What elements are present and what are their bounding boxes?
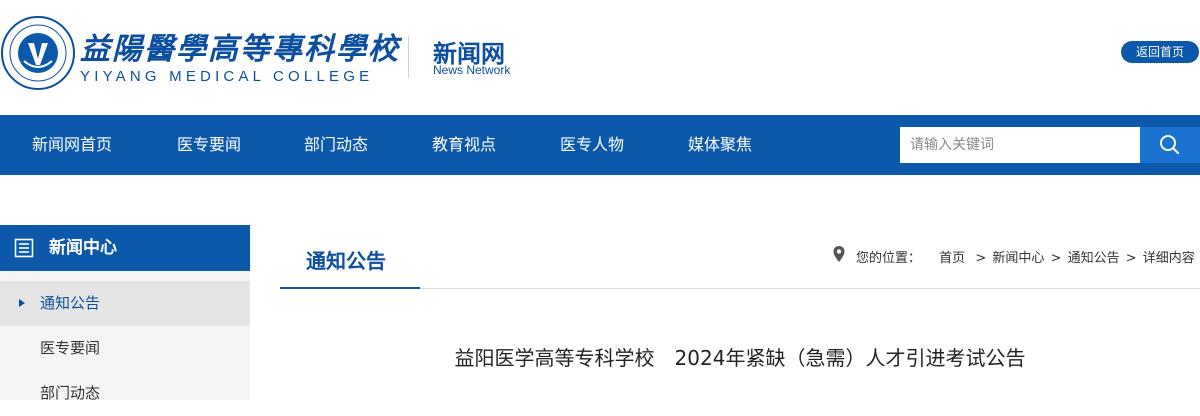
header-divider <box>408 36 409 78</box>
breadcrumb: 您的位置： 首页 > 新闻中心 > 通知公告 > 详细内容 <box>856 247 1195 266</box>
article-title: 益阳医学高等专科学校 2024年紧缺（急需）人才引进考试公告 <box>454 346 1026 370</box>
sidebar-item-notices[interactable]: 通知公告 <box>0 281 250 326</box>
breadcrumb-separator: > <box>1050 251 1062 266</box>
news-network-subtitle: News Network <box>433 63 511 77</box>
nav-item-education-view[interactable]: 教育视点 <box>432 115 496 175</box>
content-header: 通知公告 您的位置： 首页 > 新闻中心 > 通知公告 > 详细内容 <box>280 225 1200 289</box>
school-name-cn: 益陽醫學高等專科學校 <box>80 32 400 67</box>
back-home-button[interactable]: 返回首页 <box>1121 41 1199 63</box>
sidebar-item-label: 通知公告 <box>40 294 101 312</box>
sidebar-menu: 通知公告 医专要闻 部门动态 <box>0 271 250 402</box>
nav-item-news-home[interactable]: 新闻网首页 <box>32 115 112 175</box>
nav-item-college-news[interactable]: 医专要闻 <box>177 115 241 175</box>
search-button[interactable] <box>1140 127 1200 163</box>
school-name-en: YIYANG MEDICAL COLLEGE <box>80 68 374 85</box>
search-icon <box>1160 135 1179 154</box>
breadcrumb-prefix: 您的位置： <box>856 251 922 266</box>
breadcrumb-separator: > <box>1125 251 1137 266</box>
main-nav: 新闻网首页 医专要闻 部门动态 教育视点 医专人物 媒体聚焦 <box>0 115 1200 175</box>
breadcrumb-separator: > <box>975 251 987 266</box>
nav-item-media-focus[interactable]: 媒体聚焦 <box>688 115 752 175</box>
breadcrumb-item-notices[interactable]: 通知公告 <box>1068 251 1120 266</box>
caret-right-icon <box>19 299 25 307</box>
tab-label: 通知公告 <box>306 249 386 273</box>
sidebar-item-label: 医专要闻 <box>40 339 101 357</box>
site-header: 益陽醫學高等專科學校 YIYANG MEDICAL COLLEGE 新闻网 Ne… <box>0 0 1200 115</box>
sidebar-item-label: 部门动态 <box>40 384 101 402</box>
sidebar-item-college-news[interactable]: 医专要闻 <box>0 326 250 371</box>
breadcrumb-item-news-center[interactable]: 新闻中心 <box>992 251 1044 266</box>
sidebar-title: 新闻中心 <box>49 238 117 258</box>
breadcrumb-item-detail: 详细内容 <box>1142 251 1195 266</box>
nav-item-people[interactable]: 医专人物 <box>560 115 624 175</box>
sidebar-item-department-news[interactable]: 部门动态 <box>0 371 250 416</box>
list-document-icon <box>14 238 34 258</box>
search-input[interactable] <box>900 127 1140 163</box>
school-seal-logo[interactable] <box>0 15 76 91</box>
breadcrumb-item-home[interactable]: 首页 <box>939 251 965 266</box>
tab-notices[interactable]: 通知公告 <box>280 225 420 289</box>
location-pin-icon <box>833 246 845 262</box>
sidebar-header: 新闻中心 <box>0 225 250 271</box>
nav-item-department-news[interactable]: 部门动态 <box>304 115 368 175</box>
